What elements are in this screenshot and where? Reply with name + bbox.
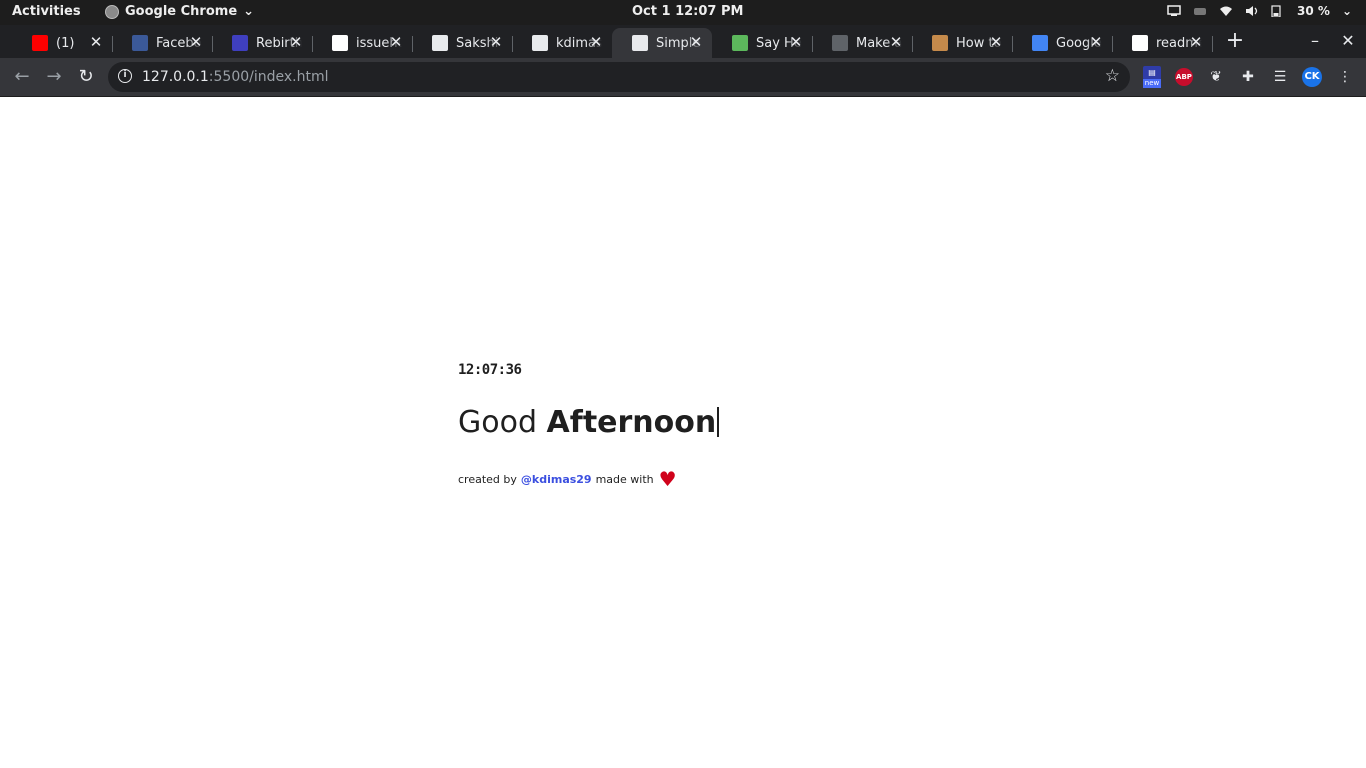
- system-top-bar: Activities Google Chrome ⌄ Oct 1 12:07 P…: [0, 0, 1366, 25]
- tab[interactable]: kdimas ✕: [512, 28, 613, 58]
- system-tray[interactable]: 30 % ⌄: [1167, 4, 1352, 18]
- tab[interactable]: issuehunt✕: [312, 28, 413, 58]
- extensions-puzzle-icon[interactable]: ✚: [1238, 67, 1258, 87]
- battery-icon: [1271, 5, 1285, 18]
- activities-button[interactable]: Activities: [12, 4, 81, 19]
- tab[interactable]: Rebirth ✕: [212, 28, 313, 58]
- tab-close-icon[interactable]: ✕: [388, 34, 404, 50]
- tab-close-icon[interactable]: ✕: [588, 34, 604, 50]
- d-icon: [732, 35, 748, 51]
- tab[interactable]: How to ✕: [912, 28, 1013, 58]
- paw-extension-icon[interactable]: ❦: [1206, 67, 1226, 87]
- youtube-icon: [32, 35, 48, 51]
- screen-share-icon: [1167, 5, 1181, 17]
- tab[interactable]: (1) ✕: [12, 28, 113, 58]
- github-icon: [532, 35, 548, 51]
- adblock-plus-icon[interactable]: ABP: [1175, 68, 1193, 86]
- volume-icon: [1245, 5, 1259, 17]
- text-cursor: [717, 407, 720, 437]
- tab[interactable]: Facebook✕: [112, 28, 213, 58]
- tab-close-icon[interactable]: ✕: [1188, 34, 1204, 50]
- greeting-period: Afternoon: [546, 405, 717, 440]
- issuehunt-icon: [332, 35, 348, 51]
- clock-time: 12:07:36: [458, 362, 522, 378]
- tab[interactable]: Sakshi ✕: [412, 28, 513, 58]
- credit-line: created by @kdimas29 made with ♥: [458, 467, 677, 491]
- greeting-word: Good: [458, 405, 537, 440]
- site-info-icon[interactable]: i: [118, 69, 132, 83]
- tab-close-icon[interactable]: ✕: [888, 34, 904, 50]
- meerkat-icon: [932, 35, 948, 51]
- tab[interactable]: Google ✕: [1012, 28, 1113, 58]
- tab[interactable]: Simple ✕: [612, 28, 712, 58]
- tab[interactable]: Make a ✕: [812, 28, 913, 58]
- author-link[interactable]: @kdimas29: [521, 473, 592, 486]
- browser-toolbar: ← → ↻ i 127.0.0.1:5500/index.html ☆ ▤ new…: [0, 58, 1366, 97]
- battery-level: 30 %: [1297, 4, 1330, 18]
- app-name: Google Chrome: [125, 4, 238, 19]
- back-button[interactable]: ←: [10, 65, 34, 89]
- tab-close-icon[interactable]: ✕: [688, 34, 704, 50]
- tab-separator: [1212, 36, 1213, 52]
- credit-prefix: created by: [458, 472, 517, 486]
- globe-icon: [632, 35, 648, 51]
- tab-close-icon[interactable]: ✕: [188, 34, 204, 50]
- reload-button[interactable]: ↻: [74, 65, 98, 89]
- new-tab-button[interactable]: +: [1224, 29, 1246, 53]
- tab[interactable]: readme ✕: [1112, 28, 1213, 58]
- profile-avatar[interactable]: CK: [1302, 67, 1322, 87]
- tab-close-icon[interactable]: ✕: [1088, 34, 1104, 50]
- greeting-heading: Good Afternoon: [458, 405, 720, 440]
- app-menu[interactable]: Google Chrome ⌄: [105, 4, 254, 19]
- media-queue-icon[interactable]: ☰: [1270, 67, 1290, 87]
- doc-icon: [832, 35, 848, 51]
- address-bar[interactable]: i 127.0.0.1:5500/index.html ☆: [108, 62, 1130, 92]
- credit-suffix: made with: [595, 472, 654, 486]
- chrome-app-icon: [105, 4, 119, 19]
- kc-icon: [232, 35, 248, 51]
- web-page: 12:07:36 Good Afternoon created by @kdim…: [0, 97, 1366, 768]
- wifi-icon: [1219, 5, 1233, 17]
- tab-close-icon[interactable]: ✕: [788, 34, 804, 50]
- heart-icon: ♥: [658, 467, 677, 491]
- tab-close-icon[interactable]: ✕: [988, 34, 1004, 50]
- url-text[interactable]: 127.0.0.1:5500/index.html: [142, 69, 329, 85]
- tab-close-icon[interactable]: ✕: [488, 34, 504, 50]
- google-translate-icon: [1032, 35, 1048, 51]
- tab-strip: (1)✕Facebook✕Rebirth✕issuehunt✕Sakshi✕kd…: [0, 25, 1366, 58]
- chevron-down-icon: ⌄: [1341, 4, 1352, 18]
- facebook-icon: [132, 35, 148, 51]
- system-clock[interactable]: Oct 1 12:07 PM: [632, 4, 743, 19]
- menu-kebab-icon[interactable]: ⋮: [1335, 67, 1355, 87]
- tab[interactable]: Say Hello✕: [712, 28, 813, 58]
- minimize-button[interactable]: –: [1305, 31, 1325, 51]
- extension-new-badge-icon[interactable]: ▤ new: [1143, 66, 1161, 88]
- forward-button[interactable]: →: [42, 65, 66, 89]
- camera-icon: [1193, 5, 1207, 17]
- bookmark-star-icon[interactable]: ☆: [1105, 66, 1120, 86]
- tab-close-icon[interactable]: ✕: [288, 34, 304, 50]
- chevron-down-icon: ⌄: [243, 4, 255, 19]
- github-icon: [432, 35, 448, 51]
- google-icon: [1132, 35, 1148, 51]
- tab-close-icon[interactable]: ✕: [88, 34, 104, 50]
- close-window-button[interactable]: ✕: [1338, 31, 1358, 51]
